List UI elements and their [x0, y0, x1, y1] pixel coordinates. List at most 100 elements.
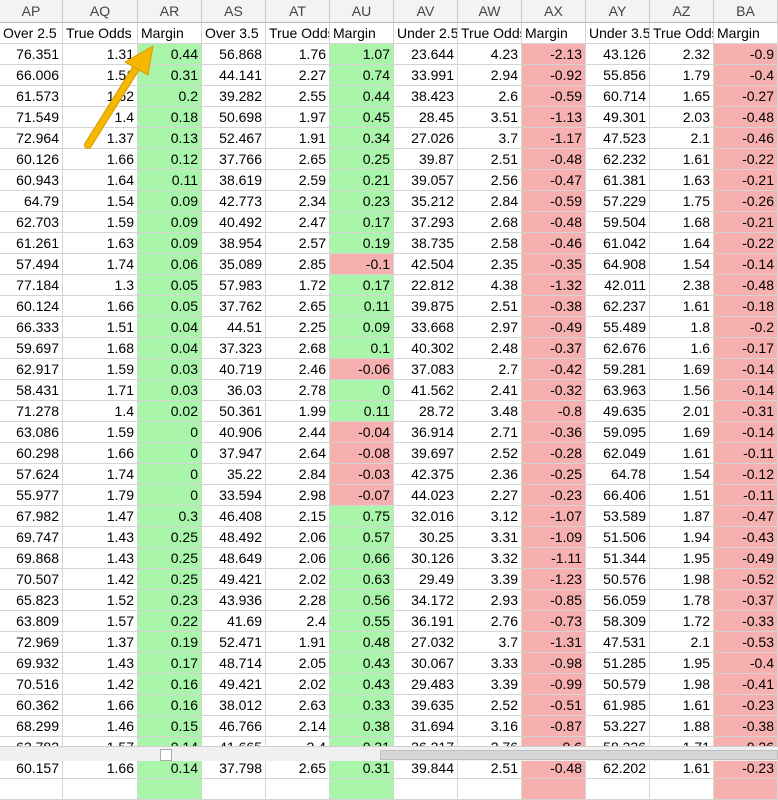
table-cell[interactable]: 37.798	[202, 758, 266, 779]
table-cell[interactable]: 3.48	[458, 401, 522, 422]
table-cell[interactable]: -0.31	[714, 401, 778, 422]
table-cell[interactable]: 2.84	[458, 191, 522, 212]
table-cell[interactable]: 30.126	[394, 548, 458, 569]
sheet-scroll-box[interactable]	[160, 749, 172, 761]
table-cell[interactable]: 0.15	[138, 716, 202, 737]
table-cell[interactable]: 50.361	[202, 401, 266, 422]
header-label-cell[interactable]: True Odds	[266, 23, 330, 44]
table-cell[interactable]	[202, 779, 266, 800]
table-cell[interactable]: 1.76	[266, 44, 330, 65]
table-cell[interactable]: 0.1	[330, 338, 394, 359]
table-cell[interactable]: -0.06	[330, 359, 394, 380]
table-cell[interactable]: 55.977	[0, 485, 63, 506]
table-cell[interactable]: 0.12	[138, 149, 202, 170]
table-cell[interactable]: -1.09	[522, 527, 586, 548]
table-cell[interactable]: 47.523	[586, 128, 650, 149]
table-cell[interactable]: 39.875	[394, 296, 458, 317]
table-cell[interactable]: 2.51	[458, 296, 522, 317]
table-cell[interactable]: 58.309	[586, 611, 650, 632]
table-cell[interactable]: -0.41	[714, 674, 778, 695]
table-cell[interactable]: 2.41	[458, 380, 522, 401]
column-header-ar[interactable]: AR	[138, 0, 202, 23]
table-cell[interactable]: 1.66	[63, 443, 138, 464]
table-cell[interactable]: -1.31	[522, 632, 586, 653]
table-cell[interactable]: 55.489	[586, 317, 650, 338]
table-cell[interactable]: 2.05	[266, 653, 330, 674]
table-cell[interactable]: 1.69	[650, 359, 714, 380]
table-cell[interactable]: 63.809	[0, 611, 63, 632]
table-cell[interactable]: 0.09	[138, 233, 202, 254]
table-cell[interactable]: 1.79	[650, 65, 714, 86]
table-cell[interactable]: 1.69	[650, 422, 714, 443]
table-cell[interactable]: 71.278	[0, 401, 63, 422]
table-cell[interactable]: 42.773	[202, 191, 266, 212]
table-cell[interactable]: -0.92	[522, 65, 586, 86]
table-cell[interactable]: 0.56	[330, 590, 394, 611]
table-cell[interactable]: 1.97	[266, 107, 330, 128]
table-cell[interactable]: 1.56	[650, 380, 714, 401]
table-cell[interactable]: 3.51	[458, 107, 522, 128]
table-cell[interactable]: 2.58	[458, 233, 522, 254]
table-cell[interactable]: 1.3	[63, 275, 138, 296]
table-cell[interactable]: -0.42	[522, 359, 586, 380]
table-cell[interactable]: 1.61	[650, 149, 714, 170]
table-cell[interactable]: 0.17	[138, 653, 202, 674]
table-cell[interactable]: 39.282	[202, 86, 266, 107]
table-cell[interactable]: 0.25	[330, 149, 394, 170]
table-cell[interactable]: 1.63	[63, 233, 138, 254]
table-cell[interactable]: 0.33	[330, 695, 394, 716]
table-cell[interactable]: -0.73	[522, 611, 586, 632]
table-cell[interactable]: 35.212	[394, 191, 458, 212]
table-cell[interactable]: 3.7	[458, 632, 522, 653]
table-cell[interactable]: -0.11	[714, 485, 778, 506]
table-cell[interactable]: 30.25	[394, 527, 458, 548]
table-cell[interactable]: 0.17	[330, 275, 394, 296]
table-cell[interactable]: 37.766	[202, 149, 266, 170]
table-cell[interactable]: 31.694	[394, 716, 458, 737]
table-cell[interactable]: 50.576	[586, 569, 650, 590]
table-cell[interactable]: -0.99	[522, 674, 586, 695]
table-cell[interactable]: 62.703	[0, 212, 63, 233]
table-cell[interactable]: 2.51	[458, 758, 522, 779]
table-cell[interactable]: 66.406	[586, 485, 650, 506]
table-cell[interactable]: 2.1	[650, 128, 714, 149]
table-cell[interactable]: 29.483	[394, 674, 458, 695]
table-cell[interactable]: 35.22	[202, 464, 266, 485]
table-cell[interactable]: 27.026	[394, 128, 458, 149]
table-cell[interactable]: 0.66	[330, 548, 394, 569]
table-cell[interactable]: 44.141	[202, 65, 266, 86]
table-cell[interactable]: 1.99	[266, 401, 330, 422]
column-header-ax[interactable]: AX	[522, 0, 586, 23]
table-cell[interactable]: -0.37	[522, 338, 586, 359]
table-cell[interactable]: 0.09	[330, 317, 394, 338]
table-cell[interactable]: 3.33	[458, 653, 522, 674]
table-cell[interactable]: 1.07	[330, 44, 394, 65]
table-cell[interactable]: -0.4	[714, 653, 778, 674]
table-cell[interactable]: -0.2	[714, 317, 778, 338]
table-cell[interactable]: -0.23	[522, 485, 586, 506]
table-cell[interactable]: -0.48	[522, 758, 586, 779]
table-cell[interactable]: 2.46	[266, 359, 330, 380]
header-label-cell[interactable]: True Odds	[458, 23, 522, 44]
table-cell[interactable]: 1.68	[650, 212, 714, 233]
table-cell[interactable]: 1.37	[63, 632, 138, 653]
table-cell[interactable]: 0.09	[138, 191, 202, 212]
table-cell[interactable]: 65.823	[0, 590, 63, 611]
table-cell[interactable]: 1.47	[63, 506, 138, 527]
table-cell[interactable]: -0.35	[522, 254, 586, 275]
table-cell[interactable]: 40.492	[202, 212, 266, 233]
table-cell[interactable]	[266, 779, 330, 800]
table-cell[interactable]: 51.344	[586, 548, 650, 569]
table-cell[interactable]: 1.6	[650, 338, 714, 359]
table-cell[interactable]: -0.21	[714, 212, 778, 233]
table-cell[interactable]: 1.72	[650, 611, 714, 632]
table-cell[interactable]: 2.02	[266, 569, 330, 590]
table-cell[interactable]: -0.14	[714, 359, 778, 380]
table-cell[interactable]: 3.39	[458, 674, 522, 695]
table-cell[interactable]: 2.94	[458, 65, 522, 86]
table-cell[interactable]: 60.714	[586, 86, 650, 107]
table-cell[interactable]: 0.31	[138, 65, 202, 86]
table-cell[interactable]: 2.65	[266, 758, 330, 779]
table-cell[interactable]: -0.9	[714, 44, 778, 65]
table-cell[interactable]: 61.985	[586, 695, 650, 716]
